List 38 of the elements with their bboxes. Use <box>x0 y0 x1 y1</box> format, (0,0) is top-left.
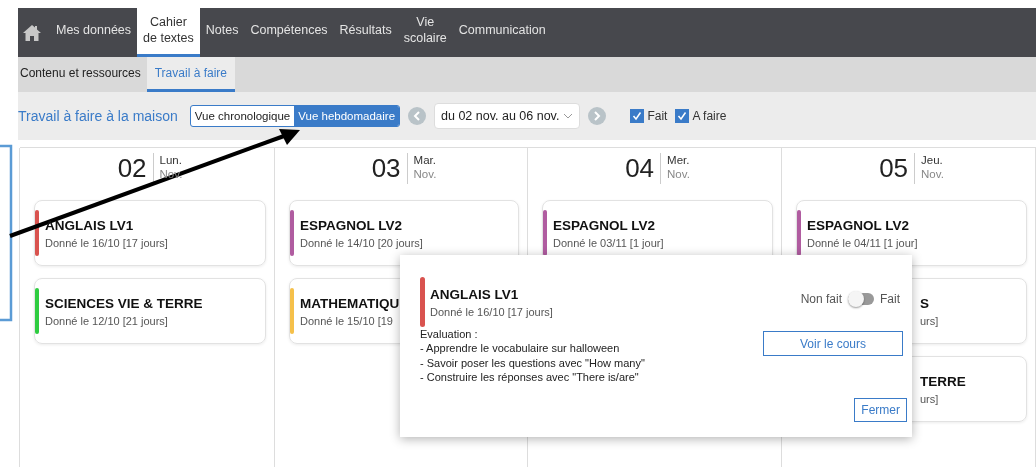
checkbox-label: Fait <box>647 109 668 123</box>
given-date: Donné le 16/10 [17 jours] <box>45 236 168 249</box>
subject-name: ANGLAIS LV1 <box>45 217 135 233</box>
subject-name: ANGLAIS LV1 <box>430 286 520 302</box>
homework-text: - Apprendre le vocabulaire sur halloween <box>420 341 621 356</box>
given-date: urs] <box>920 314 939 327</box>
subject-name: ESPAGNOL LV2 <box>300 217 404 233</box>
month-label: Nov. <box>921 168 944 182</box>
given-date: Donné le 12/10 [21 jours] <box>45 314 169 327</box>
given-date: Donné le 14/10 [20 jours] <box>300 236 423 249</box>
toggle-on-label: Fait <box>880 292 900 306</box>
weekday-label: Mer. <box>667 154 690 168</box>
homework-text: Evaluation : <box>420 327 479 342</box>
day-number: 03 <box>371 152 408 184</box>
subject-name: TERRE <box>920 373 966 389</box>
weekday-label: Lun. <box>159 154 183 168</box>
weekday-label: Mar. <box>413 154 437 168</box>
month-label: Nov. <box>413 168 437 182</box>
subject-name: ESPAGNOL LV2 <box>553 217 657 233</box>
subject-name: MATHEMATIQU <box>300 295 400 311</box>
weekday-label: Jeu. <box>921 154 944 168</box>
checkbox-label: A faire <box>692 109 727 123</box>
homework-text: - Savoir poser les questions avec "How many" <box>420 355 645 370</box>
subject-name: SCIENCES VIE & TERRE <box>45 295 203 311</box>
subject-name: ESPAGNOL LV2 <box>807 217 911 233</box>
day-number: 04 <box>625 152 662 184</box>
section-title: Travail à faire à la maison <box>18 108 178 124</box>
subject-name: S <box>920 295 930 311</box>
day-number: 02 <box>117 152 154 184</box>
homework-text: - Construire les réponses avec "There is/are" <box>420 369 640 385</box>
given-date: Donné le 03/11 [1 jour] <box>553 236 664 249</box>
given-date: urs] <box>920 392 940 405</box>
day-number: 05 <box>879 152 916 184</box>
month-label: Nov. <box>667 168 690 182</box>
given-date: Donné le 04/11 [1 jour] <box>807 236 918 249</box>
given-date: Donné le 16/10 [17 jours] <box>430 305 553 318</box>
given-date: Donné le 15/10 [19 <box>300 314 394 327</box>
toggle-off-label: Non fait <box>800 292 842 306</box>
